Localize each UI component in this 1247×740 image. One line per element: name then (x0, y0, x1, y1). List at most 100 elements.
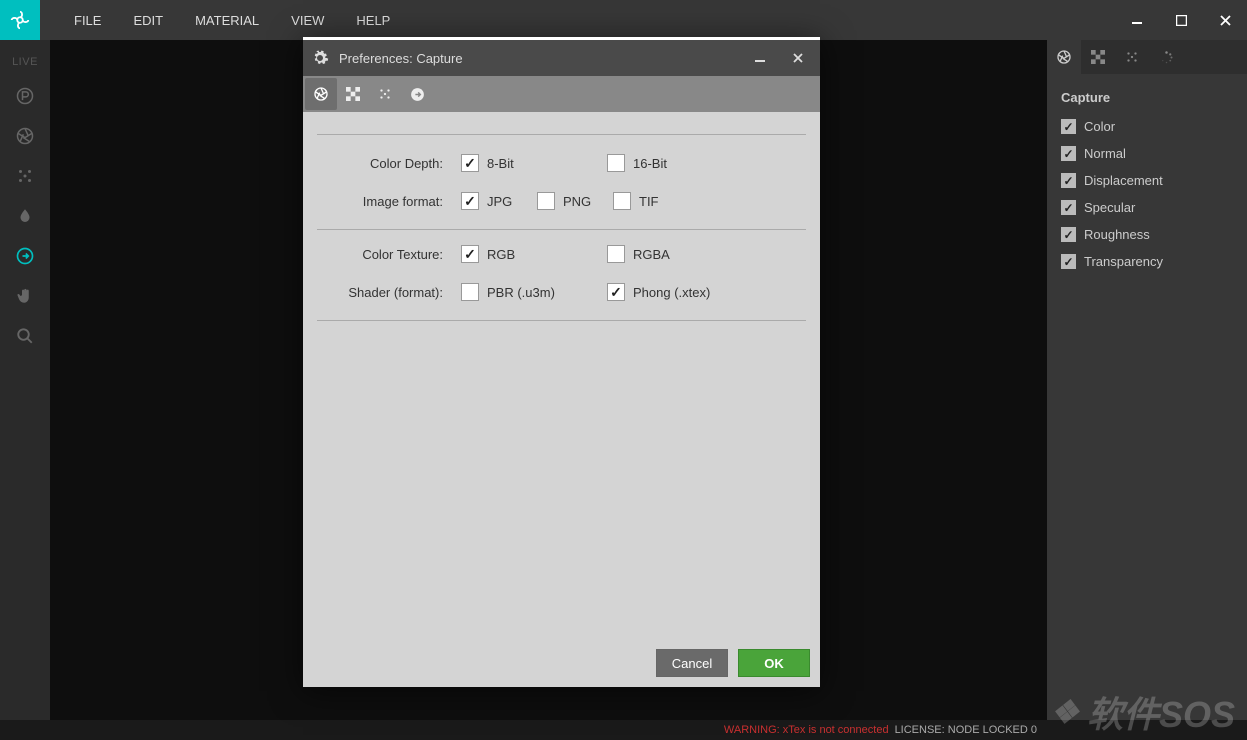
checkbox-icon[interactable] (1061, 200, 1076, 215)
capture-check-transparency[interactable]: Transparency (1061, 254, 1233, 269)
tool-dots-icon[interactable] (7, 158, 43, 194)
checkbox-icon[interactable] (607, 154, 625, 172)
app-logo-icon[interactable] (0, 0, 40, 40)
status-license: LICENSE: NODE LOCKED 0 (895, 724, 1037, 736)
option-label: JPG (487, 194, 512, 209)
row-shader-format: Shader (format): PBR (.u3m) Phong (.xtex) (317, 280, 806, 304)
check-label: Displacement (1084, 173, 1163, 188)
form-section-2: Color Texture: RGB RGBA Shader (format): … (317, 234, 806, 321)
panel-tab-dots-icon[interactable] (1115, 40, 1149, 74)
option-rgba[interactable]: RGBA (607, 245, 753, 263)
checkbox-icon[interactable] (461, 192, 479, 210)
tool-search-icon[interactable] (7, 318, 43, 354)
tool-arrow-circle-icon[interactable] (7, 238, 43, 274)
checkbox-icon[interactable] (607, 245, 625, 263)
option-label: RGBA (633, 247, 670, 262)
checkbox-icon[interactable] (537, 192, 555, 210)
minimize-button[interactable] (1115, 0, 1159, 40)
form-section-1: Color Depth: 8-Bit 16-Bit Image format: J… (317, 134, 806, 230)
left-toolbar: LIVE (0, 40, 50, 720)
option-label: PBR (.u3m) (487, 285, 555, 300)
option-label: 8-Bit (487, 156, 514, 171)
menu-material[interactable]: MATERIAL (179, 13, 275, 28)
preferences-dialog: Preferences: Capture Color Depth: 8-Bit 1… (303, 37, 820, 687)
capture-check-normal[interactable]: Normal (1061, 146, 1233, 161)
option-pbr-u3m-[interactable]: PBR (.u3m) (461, 283, 607, 301)
menu-file[interactable]: FILE (58, 13, 117, 28)
label-image-format: Image format: (317, 194, 461, 209)
close-button[interactable] (1203, 0, 1247, 40)
capture-check-roughness[interactable]: Roughness (1061, 227, 1233, 242)
panel-body: Capture Color Normal Displacement Specular R… (1047, 74, 1247, 297)
checkbox-icon[interactable] (461, 283, 479, 301)
menubar: FILE EDIT MATERIAL VIEW HELP (0, 0, 1247, 40)
option-label: RGB (487, 247, 515, 262)
menu-items: FILE EDIT MATERIAL VIEW HELP (58, 13, 406, 28)
dialog-tab-checker-icon[interactable] (337, 78, 369, 110)
dialog-tab-dots-icon[interactable] (369, 78, 401, 110)
row-image-format: Image format: JPG PNG TIF (317, 189, 806, 213)
tool-aperture-icon[interactable] (7, 118, 43, 154)
label-color-depth: Color Depth: (317, 156, 461, 171)
option-phong-xtex-[interactable]: Phong (.xtex) (607, 283, 753, 301)
checkbox-icon[interactable] (1061, 173, 1076, 188)
checkbox-icon[interactable] (1061, 254, 1076, 269)
menu-edit[interactable]: EDIT (117, 13, 179, 28)
check-label: Color (1084, 119, 1115, 134)
window-controls (1115, 0, 1247, 40)
live-label: LIVE (12, 56, 38, 68)
capture-check-color[interactable]: Color (1061, 119, 1233, 134)
option-16-bit[interactable]: 16-Bit (607, 154, 753, 172)
check-label: Normal (1084, 146, 1126, 161)
option-8-bit[interactable]: 8-Bit (461, 154, 607, 172)
gear-icon (311, 49, 329, 67)
label-shader-format: Shader (format): (317, 285, 461, 300)
check-label: Specular (1084, 200, 1135, 215)
cancel-button[interactable]: Cancel (656, 649, 728, 677)
option-rgb[interactable]: RGB (461, 245, 607, 263)
option-jpg[interactable]: JPG (461, 192, 537, 210)
checkbox-icon[interactable] (461, 245, 479, 263)
capture-check-specular[interactable]: Specular (1061, 200, 1233, 215)
row-color-depth: Color Depth: 8-Bit 16-Bit (317, 151, 806, 175)
option-label: TIF (639, 194, 659, 209)
checkbox-icon[interactable] (613, 192, 631, 210)
check-label: Transparency (1084, 254, 1163, 269)
label-color-texture: Color Texture: (317, 247, 461, 262)
panel-tab-aperture-icon[interactable] (1047, 40, 1081, 74)
dialog-tab-arrow-icon[interactable] (401, 78, 433, 110)
dialog-title: Preferences: Capture (339, 51, 463, 66)
tool-hand-icon[interactable] (7, 278, 43, 314)
dialog-close-button[interactable] (784, 44, 812, 72)
panel-tab-checker-icon[interactable] (1081, 40, 1115, 74)
tool-parking-icon[interactable] (7, 78, 43, 114)
menu-help[interactable]: HELP (340, 13, 406, 28)
menu-view[interactable]: VIEW (275, 13, 340, 28)
dialog-titlebar[interactable]: Preferences: Capture (303, 40, 820, 76)
panel-title: Capture (1061, 90, 1233, 105)
capture-check-displacement[interactable]: Displacement (1061, 173, 1233, 188)
dialog-content: Color Depth: 8-Bit 16-Bit Image format: J… (303, 112, 820, 321)
option-label: 16-Bit (633, 156, 667, 171)
checkbox-icon[interactable] (1061, 146, 1076, 161)
option-png[interactable]: PNG (537, 192, 613, 210)
panel-tab-loading-icon[interactable] (1149, 40, 1183, 74)
checkbox-icon[interactable] (1061, 119, 1076, 134)
ok-button[interactable]: OK (738, 649, 810, 677)
dialog-footer: Cancel OK (656, 649, 810, 677)
checkbox-icon[interactable] (1061, 227, 1076, 242)
maximize-button[interactable] (1159, 0, 1203, 40)
checkbox-icon[interactable] (607, 283, 625, 301)
option-tif[interactable]: TIF (613, 192, 689, 210)
row-color-texture: Color Texture: RGB RGBA (317, 242, 806, 266)
dialog-tab-aperture-icon[interactable] (305, 78, 337, 110)
dialog-minimize-button[interactable] (746, 44, 774, 72)
check-label: Roughness (1084, 227, 1150, 242)
tool-drop-icon[interactable] (7, 198, 43, 234)
panel-tabs (1047, 40, 1247, 74)
checkbox-icon[interactable] (461, 154, 479, 172)
right-panel: Capture Color Normal Displacement Specular R… (1047, 40, 1247, 720)
status-warning: WARNING: xTex is not connected (724, 724, 889, 736)
option-label: PNG (563, 194, 591, 209)
dialog-tabs (303, 76, 820, 112)
